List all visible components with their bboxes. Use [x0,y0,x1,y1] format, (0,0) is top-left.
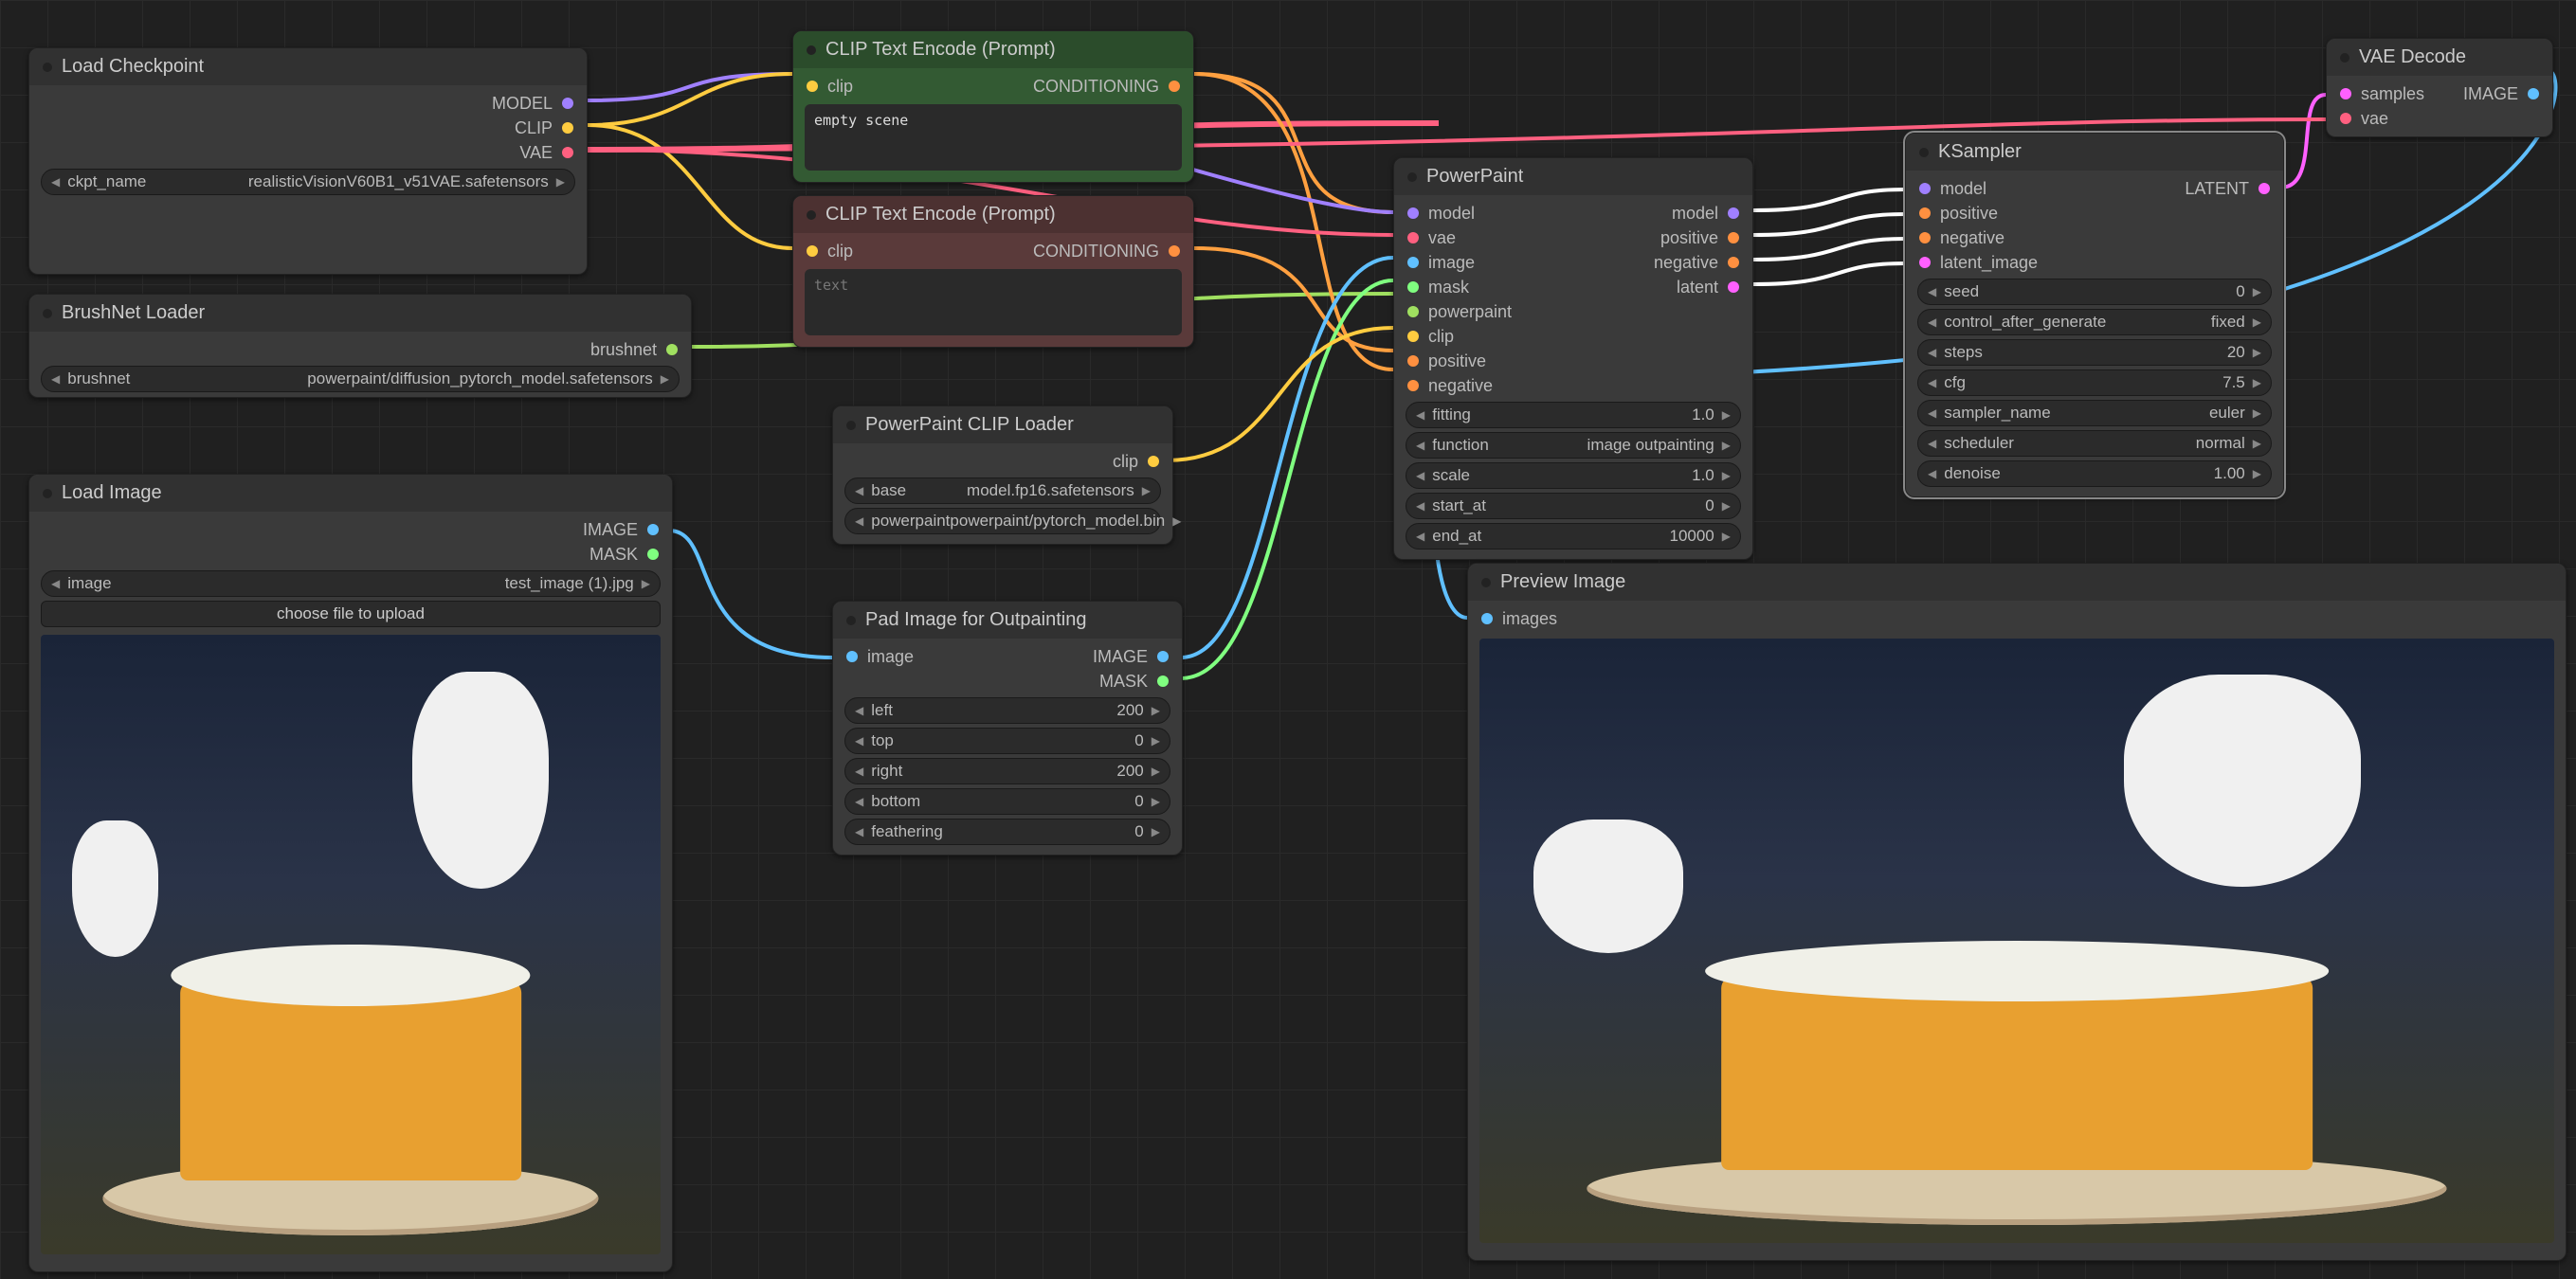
node-load-image[interactable]: Load Image IMAGE MASK ◀image test_image … [28,474,673,1272]
node-title[interactable]: Preview Image [1468,564,2566,601]
node-title[interactable]: CLIP Text Encode (Prompt) [793,31,1193,68]
node-title[interactable]: BrushNet Loader [29,295,691,332]
in-positive[interactable]: positive [1394,349,1525,373]
image-preview [1479,639,2554,1243]
in-negative[interactable]: negative [1906,225,2051,250]
out-mask[interactable]: MASK [1079,669,1182,694]
in-image[interactable]: image [1394,250,1525,275]
out-image[interactable]: IMAGE [29,517,672,542]
in-image[interactable]: image [833,644,927,669]
in-mask[interactable]: mask [1394,275,1525,299]
param-bottom[interactable]: ◀bottom0▶ [844,788,1170,815]
out-clip[interactable]: clip [833,449,1172,474]
prompt-textarea[interactable]: text [805,269,1182,335]
in-positive[interactable]: positive [1906,201,2051,225]
out-model[interactable]: model [1641,201,1752,225]
node-powerpaint-clip-loader[interactable]: PowerPaint CLIP Loader clip ◀base model.… [832,405,1173,545]
param-fitting[interactable]: ◀fitting1.0▶ [1406,402,1741,428]
out-model[interactable]: MODEL [29,91,587,116]
param-image[interactable]: ◀image test_image (1).jpg▶ [41,570,661,597]
param-seed[interactable]: ◀seed0▶ [1917,279,2272,305]
node-title[interactable]: PowerPaint CLIP Loader [833,406,1172,443]
param-powerpaint[interactable]: ◀powerpaint powerpaint/pytorch_model.bin… [844,508,1161,534]
param-sampler_name[interactable]: ◀sampler_nameeuler▶ [1917,400,2272,426]
prompt-textarea[interactable]: empty scene [805,104,1182,171]
node-clip-text-encode-positive[interactable]: CLIP Text Encode (Prompt) clip CONDITION… [792,30,1194,183]
param-cfg[interactable]: ◀cfg7.5▶ [1917,369,2272,396]
node-pad-image-outpainting[interactable]: Pad Image for Outpainting image IMAGE MA… [832,601,1183,856]
param-control_after_generate[interactable]: ◀control_after_generatefixed▶ [1917,309,2272,335]
node-powerpaint[interactable]: PowerPaint modelvaeimagemaskpowerpaintcl… [1393,157,1753,560]
node-clip-text-encode-negative[interactable]: CLIP Text Encode (Prompt) clip CONDITION… [792,195,1194,348]
in-powerpaint[interactable]: powerpaint [1394,299,1525,324]
param-scheduler[interactable]: ◀schedulernormal▶ [1917,430,2272,457]
param-right[interactable]: ◀right200▶ [844,758,1170,784]
out-vae[interactable]: VAE [29,140,587,165]
out-positive[interactable]: positive [1641,225,1752,250]
param-top[interactable]: ◀top0▶ [844,728,1170,754]
out-negative[interactable]: negative [1641,250,1752,275]
in-model[interactable]: model [1394,201,1525,225]
out-clip[interactable]: CLIP [29,116,587,140]
out-conditioning[interactable]: CONDITIONING [1020,239,1193,263]
param-ckpt-name[interactable]: ◀ckpt_name realisticVisionV60B1_v51VAE.s… [41,169,575,195]
node-vae-decode[interactable]: VAE Decode samples vae IMAGE [2326,38,2553,137]
node-preview-image[interactable]: Preview Image images [1467,563,2567,1261]
param-denoise[interactable]: ◀denoise1.00▶ [1917,460,2272,487]
param-scale[interactable]: ◀scale1.0▶ [1406,462,1741,489]
in-model[interactable]: model [1906,176,2051,201]
in-clip[interactable]: clip [1394,324,1525,349]
in-negative[interactable]: negative [1394,373,1525,398]
node-title[interactable]: PowerPaint [1394,158,1752,195]
param-steps[interactable]: ◀steps20▶ [1917,339,2272,366]
param-brushnet[interactable]: ◀brushnet powerpaint/diffusion_pytorch_m… [41,366,680,392]
in-vae[interactable]: vae [1394,225,1525,250]
param-left[interactable]: ◀left200▶ [844,697,1170,724]
node-title[interactable]: Pad Image for Outpainting [833,602,1182,639]
param-start_at[interactable]: ◀start_at0▶ [1406,493,1741,519]
node-title[interactable]: VAE Decode [2327,39,2552,76]
upload-button[interactable]: choose file to upload [41,601,661,627]
node-title[interactable]: KSampler [1906,134,2283,171]
out-image[interactable]: IMAGE [2450,81,2552,106]
node-title[interactable]: Load Checkpoint [29,48,587,85]
param-feathering[interactable]: ◀feathering0▶ [844,819,1170,845]
out-latent[interactable]: LATENT [2171,176,2283,201]
image-preview [41,635,661,1254]
node-title[interactable]: Load Image [29,475,672,512]
node-ksampler[interactable]: KSampler modelpositivenegativelatent_ima… [1905,133,2284,497]
out-brushnet[interactable]: brushnet [29,337,691,362]
param-end_at[interactable]: ◀end_at10000▶ [1406,523,1741,549]
out-mask[interactable]: MASK [29,542,672,567]
out-latent[interactable]: latent [1641,275,1752,299]
out-image[interactable]: IMAGE [1079,644,1182,669]
param-function[interactable]: ◀functionimage outpainting▶ [1406,432,1741,459]
out-conditioning[interactable]: CONDITIONING [1020,74,1193,99]
in-latent_image[interactable]: latent_image [1906,250,2051,275]
in-images[interactable]: images [1468,606,2566,631]
in-vae[interactable]: vae [2327,106,2438,131]
node-title[interactable]: CLIP Text Encode (Prompt) [793,196,1193,233]
node-load-checkpoint[interactable]: Load Checkpoint MODEL CLIP VAE ◀ckpt_nam… [28,47,588,275]
node-brushnet-loader[interactable]: BrushNet Loader brushnet ◀brushnet power… [28,294,692,398]
in-samples[interactable]: samples [2327,81,2438,106]
in-clip[interactable]: clip [793,239,866,263]
in-clip[interactable]: clip [793,74,866,99]
param-base[interactable]: ◀base model.fp16.safetensors▶ [844,477,1161,504]
